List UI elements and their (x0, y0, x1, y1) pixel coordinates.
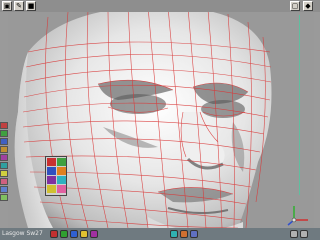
top-toolbar: ▣ ✎ ■ ▢ ◆ (0, 0, 320, 12)
left-tool-strip (0, 12, 8, 228)
smooth-icon[interactable] (0, 170, 8, 177)
light-icon[interactable] (80, 230, 88, 238)
texture-icon[interactable] (70, 230, 78, 238)
grid-icon[interactable] (170, 230, 178, 238)
camera-icon[interactable] (90, 230, 98, 238)
brush-cyan-icon[interactable] (57, 176, 66, 184)
scale-icon[interactable] (0, 146, 8, 153)
brush-pink-icon[interactable] (57, 185, 66, 193)
rotate-icon[interactable] (0, 138, 8, 145)
bottom-bar (0, 228, 320, 240)
z-axis-line (299, 15, 300, 195)
sculpt-icon[interactable] (0, 162, 8, 169)
status-label: Lasgow Sw27 (2, 230, 43, 237)
brush-red-icon[interactable] (47, 158, 56, 166)
brush-orange-icon[interactable] (57, 167, 66, 175)
layer-icon[interactable] (190, 230, 198, 238)
brush-palette (45, 156, 67, 196)
undo-icon[interactable] (290, 230, 298, 238)
material-icon[interactable] (60, 230, 68, 238)
toolbar-button-2[interactable]: ✎ (14, 1, 24, 11)
move-icon[interactable] (0, 130, 8, 137)
camera-icon[interactable] (0, 194, 8, 201)
light-icon[interactable] (0, 186, 8, 193)
render-icon[interactable] (50, 230, 58, 238)
brush-purple-icon[interactable] (47, 176, 56, 184)
toolbar-button-5[interactable]: ◆ (303, 1, 313, 11)
redo-icon[interactable] (300, 230, 308, 238)
brush-blue-icon[interactable] (47, 167, 56, 175)
toolbar-button-1[interactable]: ▣ (2, 1, 12, 11)
toolbar-button-3[interactable]: ■ (26, 1, 36, 11)
select-icon[interactable] (0, 122, 8, 129)
toolbar-button-4[interactable]: ▢ (290, 1, 300, 11)
brush-icon[interactable] (0, 154, 8, 161)
color-icon[interactable] (0, 178, 8, 185)
brush-green-icon[interactable] (57, 158, 66, 166)
brush-yellow-icon[interactable] (47, 185, 56, 193)
snap-icon[interactable] (180, 230, 188, 238)
axis-gizmo-icon (287, 206, 308, 226)
